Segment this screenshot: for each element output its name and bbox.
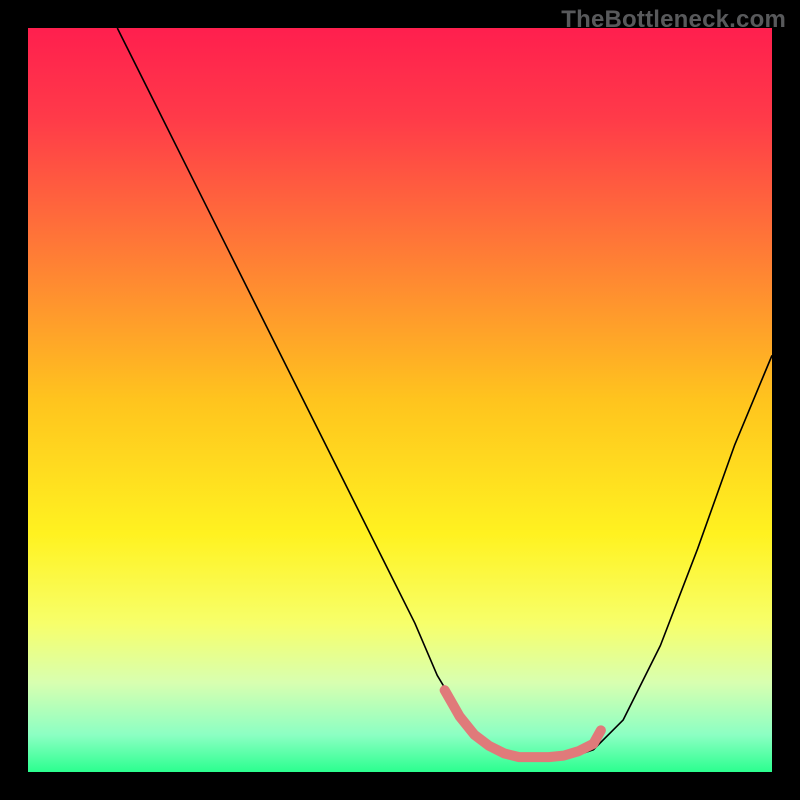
plot-area — [28, 28, 772, 772]
chart-background — [28, 28, 772, 772]
chart-frame: TheBottleneck.com — [0, 0, 800, 800]
chart-svg — [28, 28, 772, 772]
